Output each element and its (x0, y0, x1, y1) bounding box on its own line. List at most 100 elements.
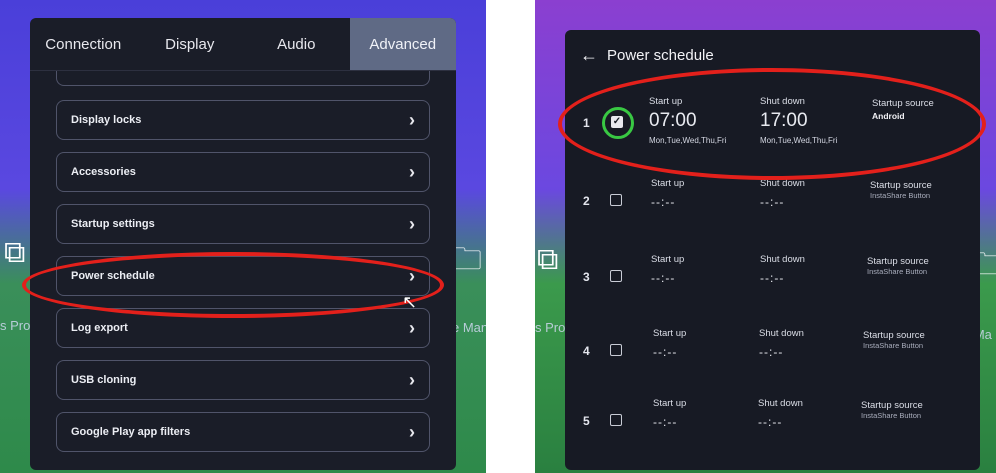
startup-source-column[interactable]: Startup source InstaShare Button (870, 180, 960, 200)
settings-item-label: Power schedule (71, 270, 155, 282)
settings-list: Display locks › Accessories › Startup se… (30, 71, 456, 452)
start-up-time: --:-- (653, 415, 678, 429)
background-app-label: e Mana (452, 320, 486, 335)
shut-down-column[interactable]: Shut down --:-- (758, 398, 803, 429)
settings-tabs: Connection Display Audio Advanced (30, 18, 456, 71)
start-up-time: --:-- (653, 345, 678, 359)
start-up-label: Start up (649, 96, 683, 107)
schedule-header: ← Power schedule (565, 30, 980, 80)
cast-icon: ⧉ (537, 243, 559, 276)
mouse-cursor-icon: ↖ (402, 292, 418, 312)
schedule-row[interactable]: 2 Start up --:-- Shut down --:-- Startup… (565, 176, 980, 236)
startup-source-column[interactable]: Startup source InstaShare Button (867, 256, 957, 276)
chevron-right-icon: › (409, 317, 415, 338)
tab-advanced[interactable]: Advanced (349, 18, 456, 70)
page-title: Power schedule (607, 46, 714, 64)
schedule-checkbox[interactable] (610, 414, 622, 426)
chevron-right-icon: › (409, 369, 415, 390)
settings-item-accessories[interactable]: Accessories › (56, 152, 430, 192)
check-icon: ✓ (611, 116, 623, 128)
power-schedule-panel: ← Power schedule 1 Start up 07:00 Mon,Tu… (565, 30, 980, 470)
shut-down-label: Shut down (760, 178, 805, 189)
schedule-row[interactable]: 4 Start up --:-- Shut down --:-- Startup… (565, 328, 980, 388)
startup-source-value: InstaShare Button (863, 341, 924, 350)
start-up-time: --:-- (651, 195, 676, 209)
chevron-right-icon: › (409, 265, 415, 286)
shut-down-label: Shut down (760, 254, 805, 265)
start-up-column[interactable]: Start up --:-- (651, 178, 684, 209)
settings-item-display-locks[interactable]: Display locks › (56, 100, 430, 140)
shut-down-time: --:-- (760, 271, 785, 285)
shut-down-label: Shut down (760, 96, 805, 107)
schedule-checkbox[interactable] (610, 344, 622, 356)
schedule-row-number: 3 (583, 270, 590, 284)
settings-item-label: Google Play app filters (71, 426, 191, 438)
schedule-checkbox[interactable] (610, 270, 622, 282)
schedule-row[interactable]: 5 Start up --:-- Shut down --:-- Startup… (565, 398, 980, 458)
schedule-row-number: 4 (583, 344, 590, 358)
start-up-label: Start up (653, 398, 687, 409)
settings-item-power-schedule[interactable]: Power schedule › (56, 256, 430, 296)
settings-item-label: Log export (71, 322, 128, 334)
start-up-column[interactable]: Start up --:-- (651, 254, 684, 285)
shut-down-column[interactable]: Shut down --:-- (760, 254, 805, 285)
settings-item-label: Display locks (71, 114, 142, 126)
tab-audio[interactable]: Audio (243, 18, 350, 70)
settings-item-label: Startup settings (71, 218, 155, 230)
shut-down-time: --:-- (760, 195, 785, 209)
start-up-column[interactable]: Start up --:-- (653, 328, 686, 359)
settings-item-usb-cloning[interactable]: USB cloning › (56, 360, 430, 400)
startup-source-column[interactable]: Startup source InstaShare Button (861, 400, 951, 420)
settings-item-label: Accessories (71, 166, 136, 178)
shut-down-label: Shut down (758, 398, 803, 409)
startup-source-column[interactable]: Startup source Android (872, 98, 934, 121)
settings-item-log-export[interactable]: Log export › (56, 308, 430, 348)
shut-down-column[interactable]: Shut down 17:00 Mon,Tue,Wed,Thu,Fri (760, 96, 837, 145)
tab-connection[interactable]: Connection (30, 18, 137, 70)
start-up-label: Start up (651, 178, 685, 189)
startup-source-label: Startup source (863, 330, 925, 341)
schedule-row-number: 5 (583, 414, 590, 428)
startup-source-label: Startup source (870, 180, 932, 191)
shut-down-time: --:-- (758, 415, 783, 429)
folder-icon: 🗀 (452, 243, 482, 276)
shut-down-time: 17:00 (760, 110, 808, 131)
startup-source-column[interactable]: Startup source InstaShare Button (863, 330, 953, 350)
shut-down-label: Shut down (759, 328, 804, 339)
start-up-time: 07:00 (649, 110, 697, 131)
shut-down-column[interactable]: Shut down --:-- (760, 178, 805, 209)
start-up-column[interactable]: Start up 07:00 Mon,Tue,Wed,Thu,Fri (649, 96, 726, 145)
back-arrow-icon[interactable]: ← (571, 45, 607, 66)
shut-down-time: --:-- (759, 345, 784, 359)
shut-down-column[interactable]: Shut down --:-- (759, 328, 804, 359)
shut-down-days: Mon,Tue,Wed,Thu,Fri (760, 136, 838, 145)
schedule-checkbox[interactable] (610, 194, 622, 206)
chevron-right-icon: › (409, 109, 415, 130)
schedule-row[interactable]: 3 Start up --:-- Shut down --:-- Startup… (565, 254, 980, 314)
schedule-checkbox-checked[interactable]: ✓ (602, 107, 634, 139)
tab-display[interactable]: Display (137, 18, 244, 70)
chevron-right-icon: › (409, 161, 415, 182)
cast-icon: ⧉ (4, 236, 26, 269)
startup-source-value: InstaShare Button (861, 411, 922, 420)
start-up-time: --:-- (651, 271, 676, 285)
settings-item-google-play-app-filters[interactable]: Google Play app filters › (56, 412, 430, 452)
schedule-row-number: 1 (583, 116, 590, 130)
schedule-row-number: 2 (583, 194, 590, 208)
chevron-right-icon: › (409, 213, 415, 234)
startup-source-label: Startup source (872, 98, 934, 109)
list-item-partial[interactable] (56, 71, 430, 86)
start-up-column[interactable]: Start up --:-- (653, 398, 686, 429)
settings-item-startup-settings[interactable]: Startup settings › (56, 204, 430, 244)
settings-item-label: USB cloning (71, 374, 137, 386)
start-up-label: Start up (653, 328, 687, 339)
startup-source-value: InstaShare Button (870, 191, 931, 200)
startup-source-value: InstaShare Button (867, 267, 928, 276)
startup-source-label: Startup source (867, 256, 929, 267)
start-up-days: Mon,Tue,Wed,Thu,Fri (649, 136, 727, 145)
startup-source-value: Android (872, 111, 905, 121)
startup-source-label: Startup source (861, 400, 923, 411)
chevron-right-icon: › (409, 421, 415, 442)
background-app-label: s Proj (535, 320, 569, 335)
settings-panel: Connection Display Audio Advanced Displa… (30, 18, 456, 470)
